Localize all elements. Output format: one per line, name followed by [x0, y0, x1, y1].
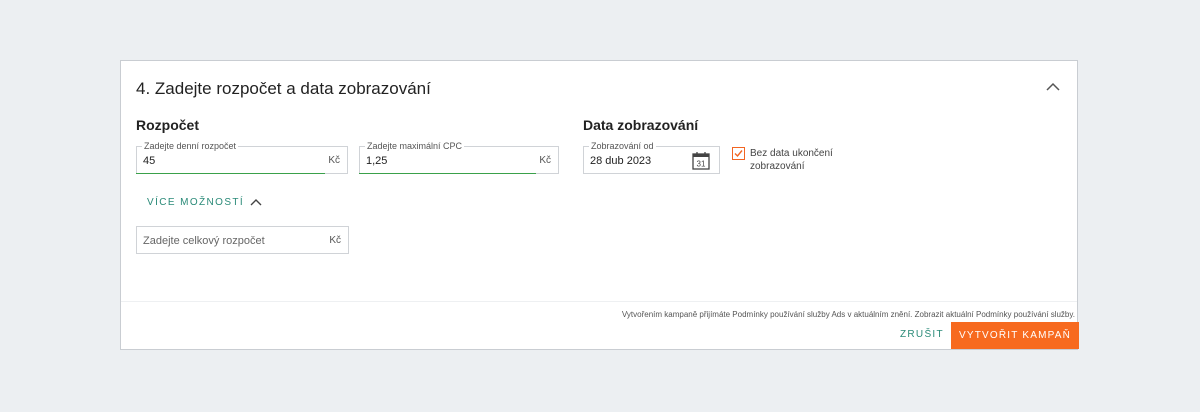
max-cpc-field[interactable]: Zadejte maximální CPC Kč: [359, 140, 559, 174]
cancel-button[interactable]: ZRUŠIT: [900, 329, 944, 340]
section-title: 4. Zadejte rozpočet a data zobrazování: [136, 79, 431, 98]
no-end-date-label: Bez data ukončení zobrazování: [750, 148, 833, 172]
create-campaign-button[interactable]: VYTVOŘIT KAMPAŇ: [951, 322, 1079, 349]
total-budget-placeholder: Zadejte celkový rozpočet: [143, 235, 265, 247]
daily-budget-field[interactable]: Zadejte denní rozpočet Kč: [136, 140, 348, 174]
total-budget-field[interactable]: Zadejte celkový rozpočet Kč: [136, 226, 349, 254]
max-cpc-input[interactable]: [366, 155, 536, 167]
calendar-icon[interactable]: 31: [692, 151, 710, 170]
daily-budget-input[interactable]: [143, 155, 313, 167]
check-icon: [734, 150, 743, 158]
budget-heading: Rozpočet: [136, 117, 199, 133]
more-options-toggle[interactable]: VÍCE MOŽNOSTÍ: [147, 197, 262, 208]
footer-divider: [121, 301, 1077, 302]
calendar-icon-day: 31: [697, 160, 706, 169]
daily-budget-currency: Kč: [328, 155, 340, 166]
max-cpc-currency: Kč: [539, 155, 551, 166]
budget-and-dates-card: 4. Zadejte rozpočet a data zobrazování R…: [120, 60, 1079, 350]
total-budget-currency: Kč: [329, 235, 341, 246]
chevron-up-icon: [250, 199, 262, 206]
start-date-label: Zobrazování od: [589, 140, 656, 152]
max-cpc-label: Zadejte maximální CPC: [365, 140, 465, 152]
daily-budget-label: Zadejte denní rozpočet: [142, 140, 239, 152]
terms-text: Vytvořením kampaně přijímáte Podmínky po…: [621, 310, 1075, 319]
no-end-date-checkbox[interactable]: [732, 147, 745, 160]
start-date-field[interactable]: Zobrazování od 31: [583, 140, 720, 174]
chevron-up-icon[interactable]: [1043, 79, 1063, 95]
start-date-input[interactable]: [590, 155, 690, 167]
dates-heading: Data zobrazování: [583, 117, 699, 133]
more-options-label: VÍCE MOŽNOSTÍ: [147, 197, 245, 208]
